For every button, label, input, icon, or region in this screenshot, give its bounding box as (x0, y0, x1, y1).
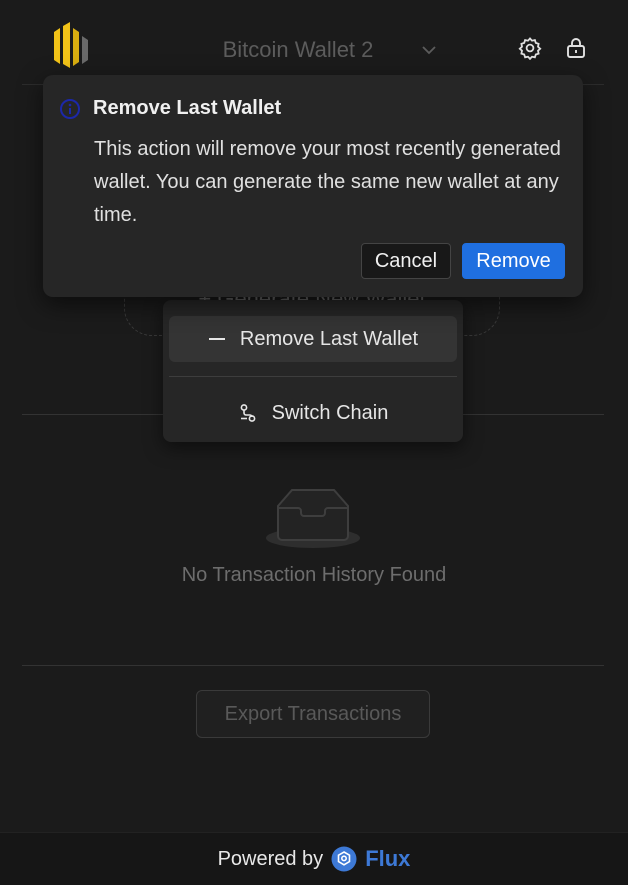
switch-chain-icon (240, 404, 256, 422)
settings-icon[interactable] (518, 36, 542, 60)
menu-item-remove-last-wallet[interactable]: Remove Last Wallet (169, 316, 457, 362)
remove-wallet-popconfirm: Remove Last Wallet This action will remo… (43, 75, 583, 297)
wallet-selector[interactable]: Bitcoin Wallet 2 (200, 30, 460, 70)
empty-history-text: No Transaction History Found (181, 564, 447, 586)
wallet-actions-menu: Remove Last Wallet Switch Chain (163, 300, 463, 442)
wallet-app: Bitcoin Wallet 2 + Generate New Wallet N… (0, 0, 628, 885)
menu-item-switch-chain[interactable]: Switch Chain (169, 390, 457, 436)
popconfirm-description: This action will remove your most recent… (94, 138, 561, 226)
export-transactions-button[interactable]: Export Transactions (196, 690, 430, 738)
flux-brand[interactable]: Flux (365, 846, 410, 872)
lock-icon[interactable] (564, 36, 588, 60)
flux-logo-icon (331, 846, 357, 872)
popconfirm-title: Remove Last Wallet (93, 97, 282, 119)
chevron-down-icon (422, 46, 437, 55)
empty-inbox-icon (266, 489, 360, 548)
menu-item-label: Switch Chain (271, 401, 389, 424)
minus-icon (208, 338, 225, 340)
section-divider (22, 665, 604, 666)
popconfirm-header: Remove Last Wallet (59, 97, 281, 120)
remove-button[interactable]: Remove (462, 243, 565, 279)
info-icon (60, 98, 80, 119)
wallet-name: Bitcoin Wallet 2 (222, 37, 374, 62)
menu-divider (169, 376, 457, 377)
menu-item-label: Remove Last Wallet (239, 327, 419, 350)
powered-by-text: Powered by (217, 847, 324, 870)
header: Bitcoin Wallet 2 (0, 0, 628, 84)
footer: Powered by Flux (0, 832, 628, 885)
app-logo-icon (54, 22, 88, 68)
cancel-button[interactable]: Cancel (361, 243, 451, 279)
